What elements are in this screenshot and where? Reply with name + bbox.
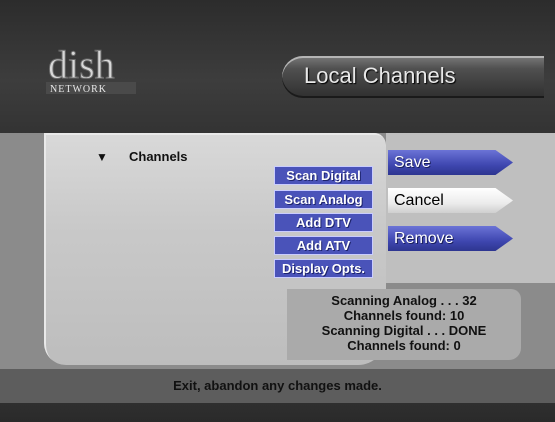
scan-digital-button[interactable]: Scan Digital (274, 166, 373, 185)
cancel-button[interactable]: Cancel (388, 188, 513, 213)
tree-item-channels[interactable]: Channels (129, 149, 188, 164)
add-dtv-button[interactable]: Add DTV (274, 213, 373, 232)
status-analog-scan: Scanning Analog . . . 32 (331, 293, 477, 308)
status-analog-count: Channels found: 10 (343, 308, 465, 323)
logo-sub-text: NETWORK (50, 84, 107, 95)
status-digital-scan: Scanning Digital . . . DONE (321, 323, 487, 338)
status-digital-count: Channels found: 0 (347, 338, 461, 353)
screen: dish NETWORK Local Channels ▼ Channels S… (0, 0, 555, 422)
scan-status-box: Scanning Analog . . . 32 Channels found:… (287, 289, 521, 360)
help-text: Exit, abandon any changes made. (173, 378, 382, 393)
add-atv-button[interactable]: Add ATV (274, 236, 373, 255)
scan-analog-button[interactable]: Scan Analog (274, 190, 373, 209)
display-opts-button[interactable]: Display Opts. (274, 259, 373, 278)
footer-band (0, 369, 555, 422)
dish-network-logo: dish NETWORK (46, 42, 136, 95)
remove-button[interactable]: Remove (388, 226, 513, 251)
expand-down-icon[interactable]: ▼ (96, 150, 108, 164)
page-title: Local Channels (304, 63, 456, 88)
page-title-pill: Local Channels (282, 56, 544, 98)
save-button[interactable]: Save (388, 150, 513, 175)
logo-main-text: dish (48, 42, 115, 87)
